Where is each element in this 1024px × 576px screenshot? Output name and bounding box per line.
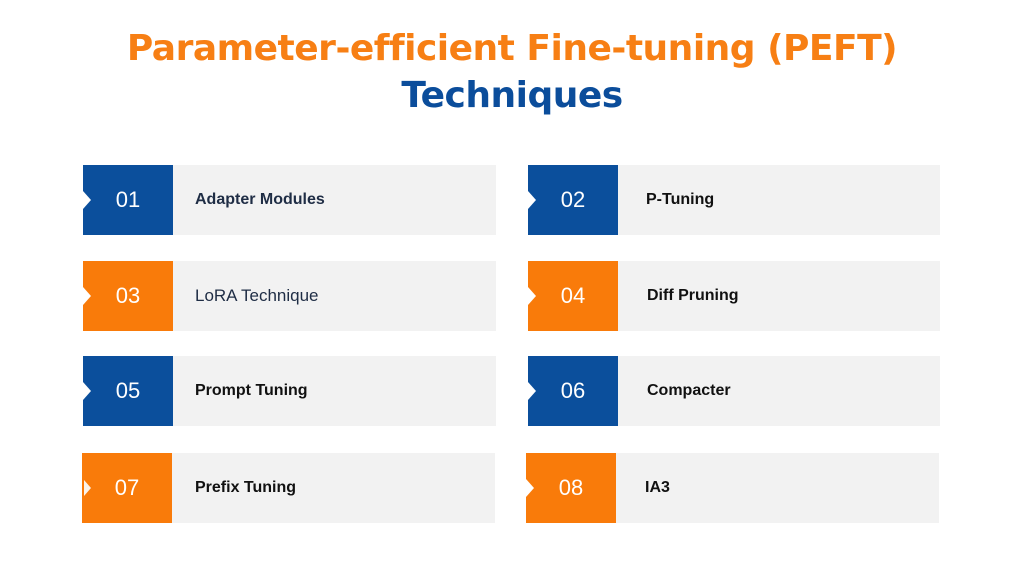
technique-card-06: 06 Compacter	[528, 356, 940, 426]
number-badge: 06	[528, 356, 618, 426]
number-badge: 07	[82, 453, 172, 523]
arrow-notch-icon	[83, 382, 91, 400]
technique-label: P-Tuning	[646, 191, 715, 208]
technique-number: 06	[560, 378, 586, 403]
number-badge: 08	[526, 453, 616, 523]
arrow-notch-icon	[528, 287, 536, 305]
technique-label: Prompt Tuning	[195, 382, 308, 399]
page-subtitle: Techniques	[401, 75, 623, 116]
technique-label: LoRA Technique	[195, 286, 319, 305]
arrow-notch-icon	[84, 480, 91, 496]
technique-label: Compacter	[647, 382, 731, 399]
technique-card-02: 02 P-Tuning	[528, 165, 940, 235]
number-badge: 01	[83, 165, 173, 235]
technique-number: 07	[114, 475, 140, 500]
technique-number: 05	[115, 378, 141, 403]
technique-number: 02	[560, 187, 586, 212]
technique-number: 03	[115, 283, 141, 308]
technique-label: Diff Pruning	[647, 287, 739, 304]
page-title: Parameter-efficient Fine-tuning (PEFT)	[126, 28, 898, 69]
arrow-notch-icon	[528, 382, 536, 400]
technique-card-05: 05 Prompt Tuning	[83, 356, 496, 426]
technique-label: Prefix Tuning	[195, 479, 297, 496]
technique-card-07: 07 Prefix Tuning	[82, 453, 495, 523]
technique-label: Adapter Modules	[195, 191, 325, 208]
technique-card-03: 03 LoRA Technique	[83, 261, 496, 331]
arrow-notch-icon	[526, 479, 534, 497]
number-badge: 05	[83, 356, 173, 426]
technique-number: 01	[115, 187, 141, 212]
arrow-notch-icon	[83, 287, 91, 305]
technique-label: IA3	[645, 479, 670, 496]
number-badge: 04	[528, 261, 618, 331]
technique-card-01: 01 Adapter Modules	[83, 165, 496, 235]
technique-number: 08	[558, 475, 584, 500]
number-badge: 03	[83, 261, 173, 331]
technique-card-08: 08 IA3	[526, 453, 939, 523]
arrow-notch-icon	[83, 191, 91, 209]
technique-number: 04	[560, 283, 586, 308]
number-badge: 02	[528, 165, 618, 235]
technique-card-04: 04 Diff Pruning	[528, 261, 940, 331]
arrow-notch-icon	[528, 191, 536, 209]
